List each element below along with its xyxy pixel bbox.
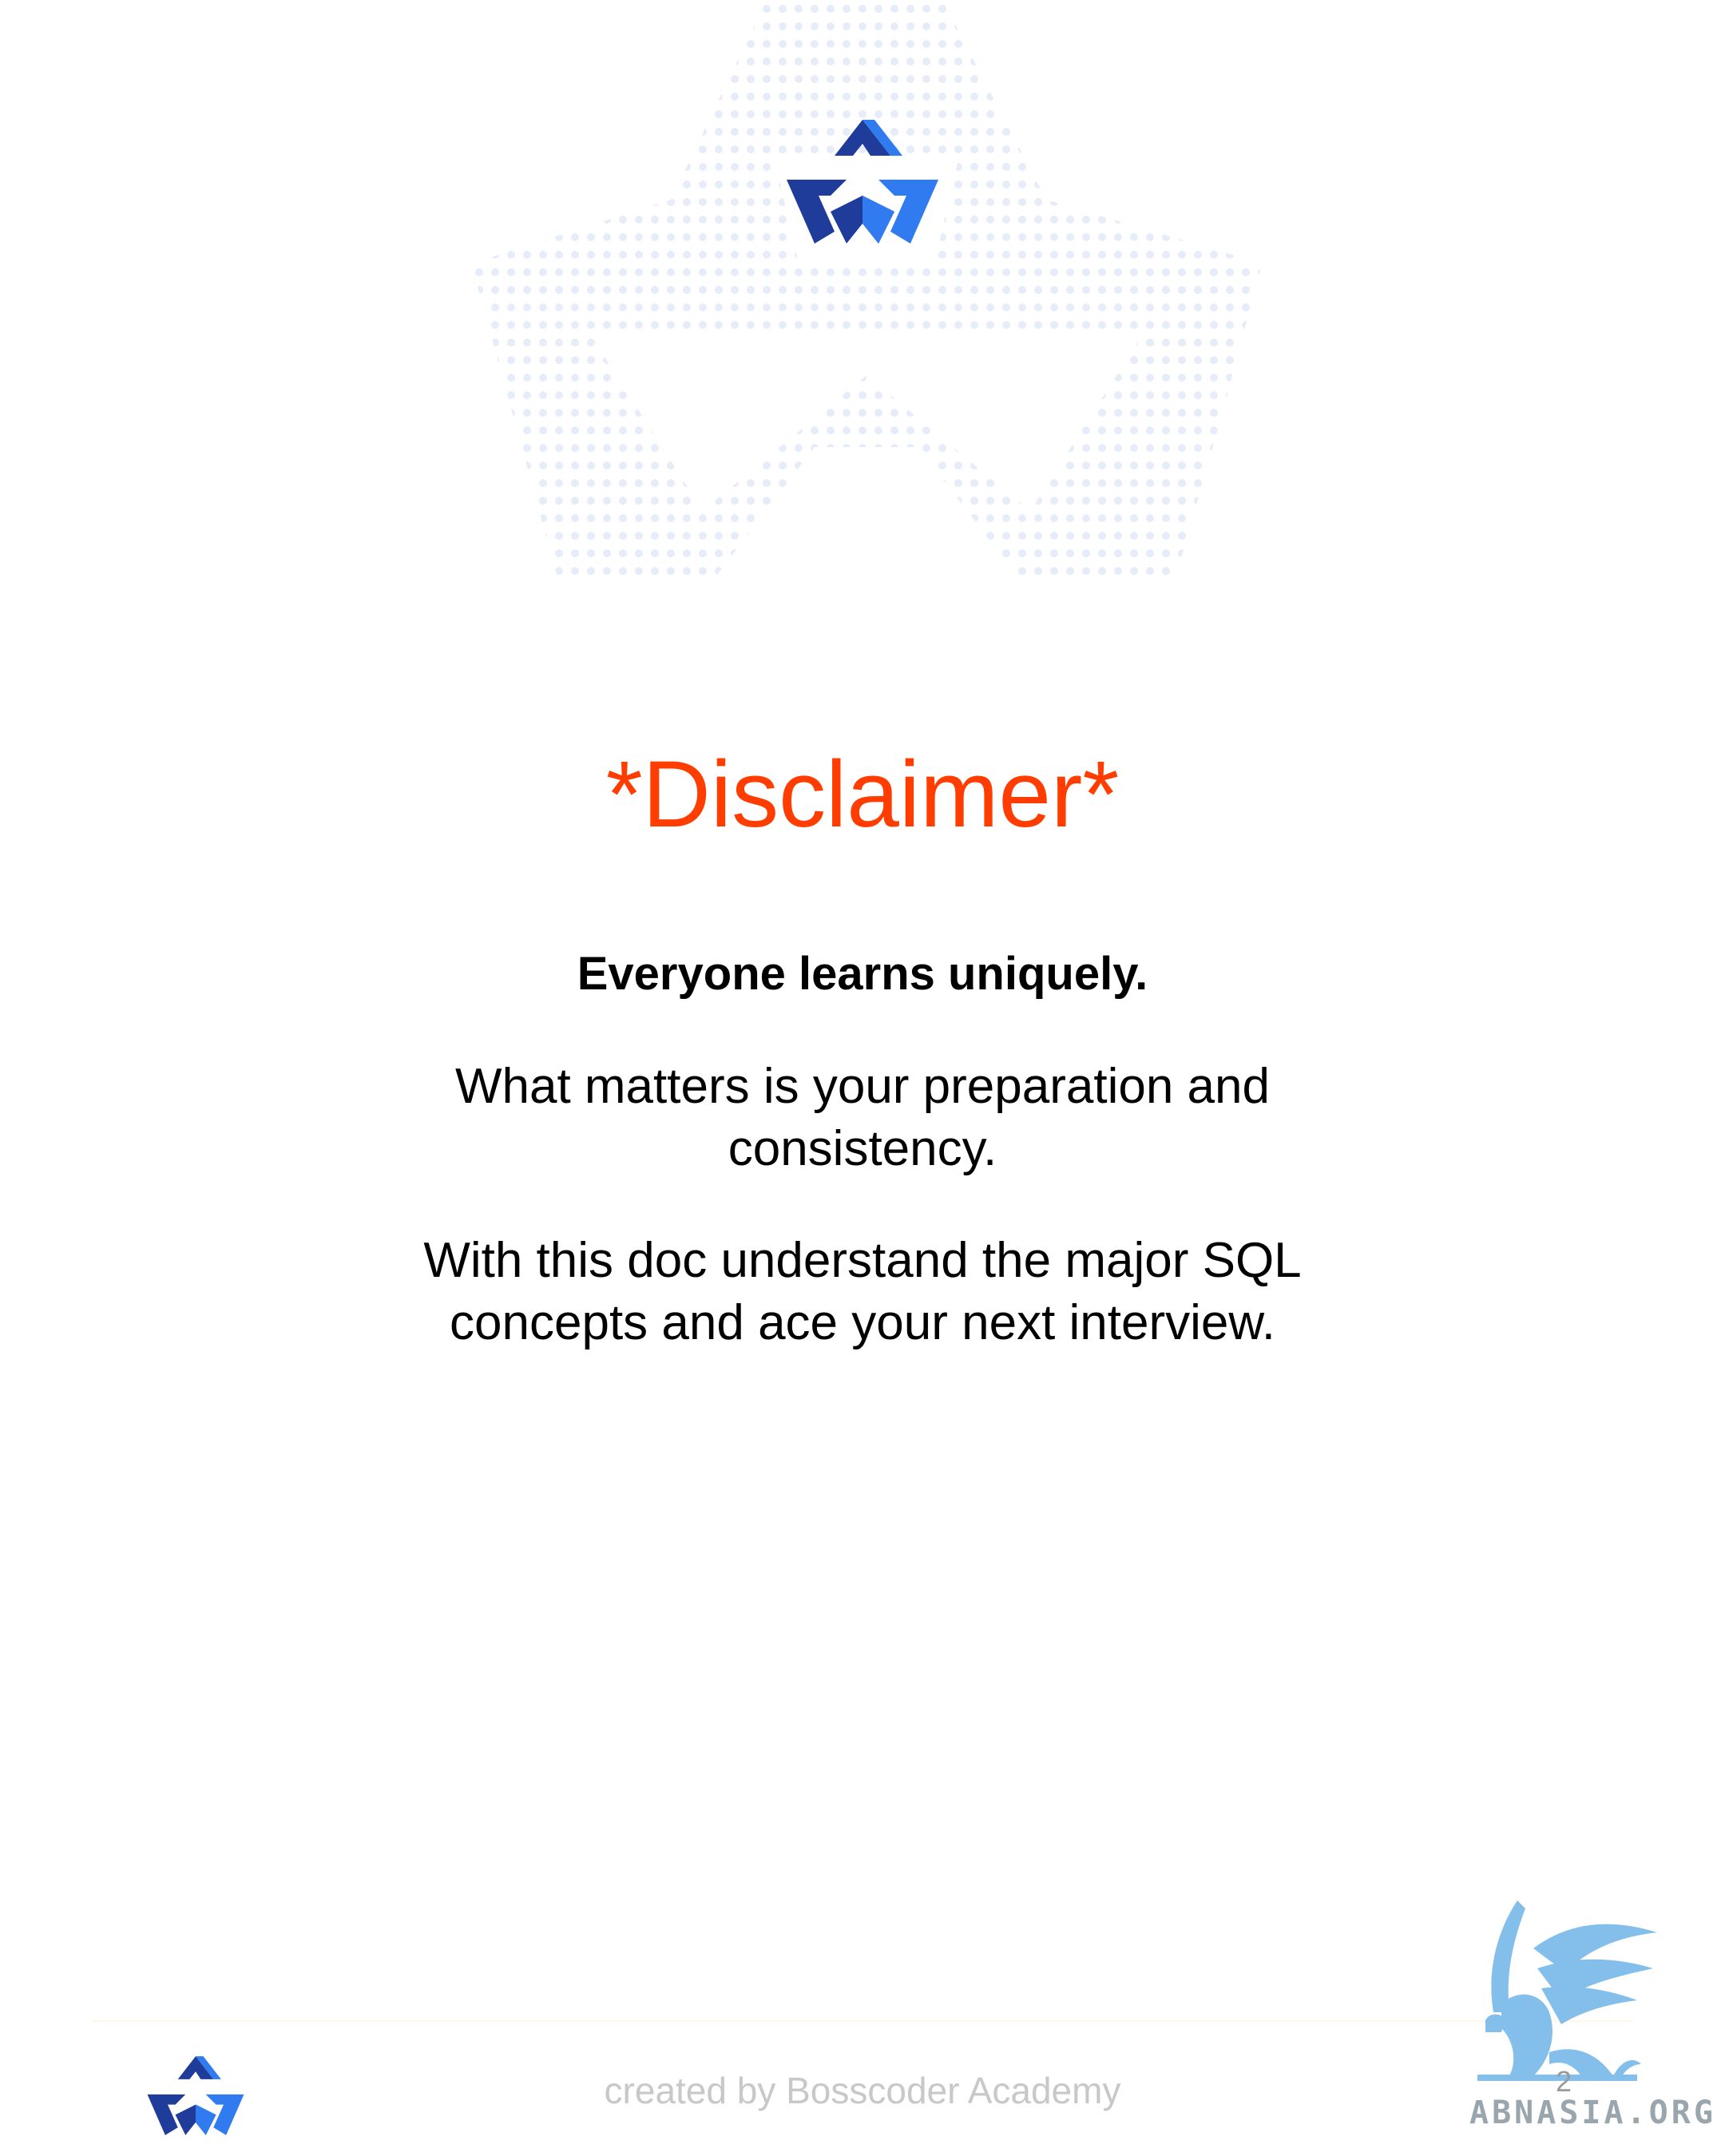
dotted-logo-watermark bbox=[471, 0, 1262, 583]
footer-divider bbox=[92, 2020, 1633, 2022]
paragraph-preparation: What matters is your preparation and con… bbox=[454, 1059, 1271, 1176]
paragraph-sql-concepts: With this doc understand the major SQL c… bbox=[423, 1233, 1302, 1350]
page-title: *Disclaimer* bbox=[605, 742, 1120, 847]
bosscoder-logo-icon bbox=[787, 120, 938, 244]
griffin-mascot-icon bbox=[1477, 1900, 1657, 2081]
stamp-text: ABNASIA.ORG bbox=[1469, 2095, 1716, 2131]
subtitle: Everyone learns uniquely. bbox=[577, 948, 1148, 1000]
